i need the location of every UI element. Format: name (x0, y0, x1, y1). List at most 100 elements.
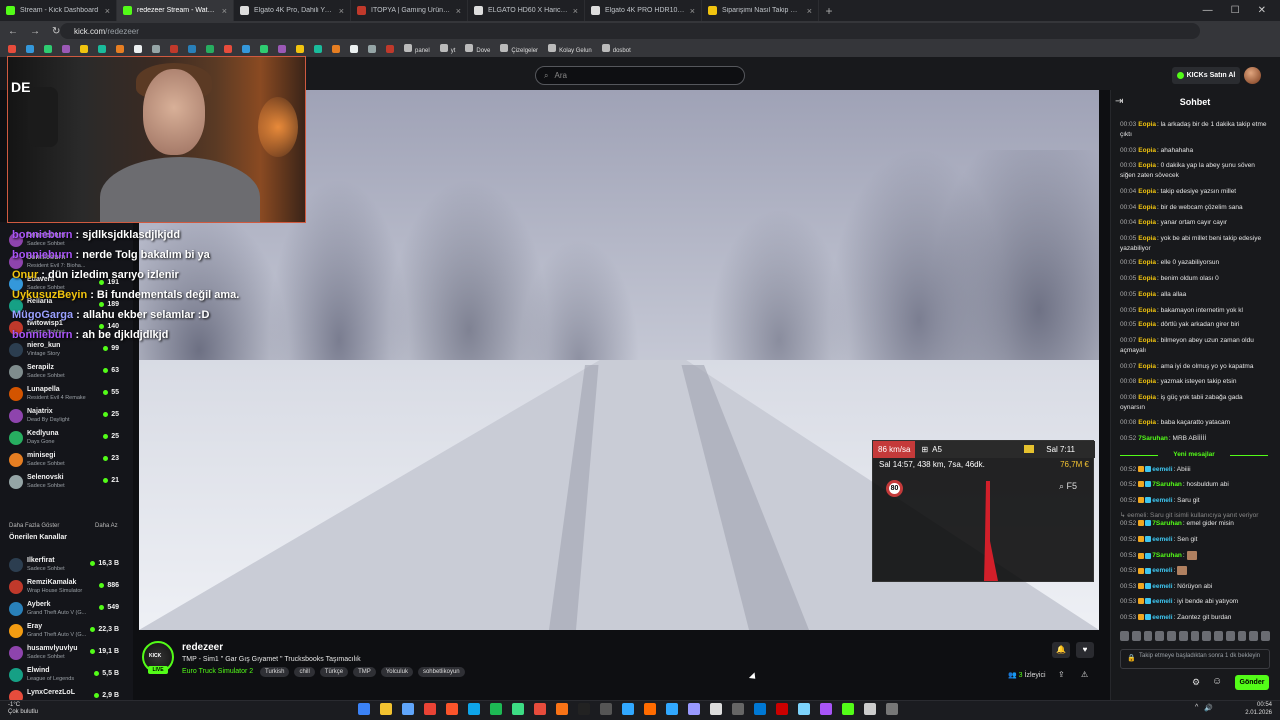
bookmark-icon[interactable] (260, 45, 268, 53)
taskbar-app-icon[interactable] (600, 703, 612, 715)
notification-bell-button[interactable]: 🔔 (1052, 642, 1070, 658)
emote-icon[interactable] (1131, 631, 1141, 641)
sidebar-channel[interactable]: Kedlyuna Days Gone 25 (0, 428, 133, 450)
forward-icon[interactable]: → (30, 26, 40, 37)
taskbar-app-icon[interactable] (402, 703, 414, 715)
bookmark-icon[interactable] (332, 45, 340, 53)
taskbar-app-icon[interactable] (666, 703, 678, 715)
browser-tab[interactable]: ELGATO HD60 X Harici Görüntü × (468, 0, 585, 21)
taskbar-app-icon[interactable] (512, 703, 524, 715)
bookmark-item[interactable]: Dove (465, 44, 490, 54)
taskbar-app-icon[interactable] (578, 703, 590, 715)
taskbar-app-icon[interactable] (424, 703, 436, 715)
taskbar-app-icon[interactable] (886, 703, 898, 715)
close-tab-icon[interactable]: × (456, 6, 461, 16)
bookmark-icon[interactable] (278, 45, 286, 53)
buy-kicks-button[interactable]: KICKs Satın Al (1172, 67, 1240, 84)
browser-tab[interactable]: ITOPYA | Gaming Ürünler ve Bil × (351, 0, 468, 21)
show-more-link[interactable]: Daha Fazla Göster (9, 523, 59, 529)
bookmark-icon[interactable] (206, 45, 214, 53)
browser-tab[interactable]: Siparişimi Nasıl Takip Edebilirim × (702, 0, 819, 21)
bookmark-item[interactable]: Kolay Gelun (548, 44, 592, 54)
report-icon[interactable]: ⚠ (1081, 670, 1088, 679)
taskbar-app-icon[interactable] (798, 703, 810, 715)
bookmark-icon[interactable] (350, 45, 358, 53)
bookmark-icon[interactable] (134, 45, 142, 53)
bookmark-icon[interactable] (44, 45, 52, 53)
sidebar-channel[interactable]: RemziKamalak Wrap House Simulator 886 (0, 577, 133, 599)
close-tab-icon[interactable]: × (105, 6, 110, 16)
close-window-icon[interactable]: ✕ (1258, 5, 1266, 16)
sidebar-channel[interactable]: husamvlyuvlyu Sadece Sohbet 19,1 B (0, 643, 133, 665)
sidebar-channel[interactable]: Ayberk Grand Theft Auto V (G... 549 (0, 599, 133, 621)
taskbar-app-icon[interactable] (754, 703, 766, 715)
taskbar-app-icon[interactable] (622, 703, 634, 715)
emote-icon[interactable] (1214, 631, 1223, 641)
taskbar-app-icon[interactable] (732, 703, 744, 715)
chat-settings-icon[interactable]: ⚙ (1192, 677, 1200, 688)
emote-icon[interactable] (1167, 631, 1176, 641)
sidebar-channel[interactable]: Eray Grand Theft Auto V (G... 22,3 B (0, 621, 133, 643)
bookmark-icon[interactable] (224, 45, 232, 53)
chevron-up-icon[interactable]: ^ (1195, 704, 1198, 712)
send-button[interactable]: Gönder (1235, 675, 1269, 690)
sidebar-channel[interactable]: Serapilz Sadece Sohbet 63 (0, 362, 133, 384)
emote-icon[interactable] (1190, 631, 1200, 641)
bookmark-item[interactable]: yt (439, 44, 455, 54)
bookmark-icon[interactable] (62, 45, 70, 53)
bookmark-icon[interactable] (80, 45, 88, 53)
browser-tab[interactable]: Elgato 4K PRO HDR10 PCIe Has × (585, 0, 702, 21)
bookmark-icon[interactable] (170, 45, 178, 53)
taskbar-clock[interactable]: 00:54 2.01.2026 (1238, 701, 1272, 717)
emote-icon[interactable] (1155, 631, 1165, 641)
minimize-icon[interactable]: — (1203, 5, 1213, 16)
close-tab-icon[interactable]: × (807, 6, 812, 16)
sidebar-channel[interactable]: minisegi Sadece Sohbet 23 (0, 450, 133, 472)
stream-tag[interactable]: Turkish (260, 667, 290, 677)
browser-tab[interactable]: Elgato 4K Pro, Dahili Yakalama × (234, 0, 351, 21)
sidebar-channel[interactable]: Ilkerfirat Sadece Sohbet 16,3 B (0, 555, 133, 577)
bookmark-icon[interactable] (386, 45, 394, 53)
taskbar-app-icon[interactable] (776, 703, 788, 715)
taskbar-app-icon[interactable] (820, 703, 832, 715)
taskbar-app-icon[interactable] (644, 703, 656, 715)
maximize-icon[interactable]: ☐ (1231, 5, 1240, 16)
taskbar-app-icon[interactable] (468, 703, 480, 715)
bookmark-icon[interactable] (242, 45, 250, 53)
emote-icon[interactable] (1120, 631, 1129, 641)
url-field[interactable]: kick.com/redezeer (60, 23, 1200, 39)
bookmark-item[interactable]: Çizelgeler (500, 44, 538, 54)
taskbar-app-icon[interactable] (380, 703, 392, 715)
close-tab-icon[interactable]: × (339, 6, 344, 16)
bookmark-icon[interactable] (8, 45, 16, 53)
weather-widget[interactable]: -1°C Çok bulutlu (8, 702, 38, 716)
bookmark-icon[interactable] (314, 45, 322, 53)
taskbar-app-icon[interactable] (864, 703, 876, 715)
streamer-name[interactable]: redezeer (182, 642, 223, 653)
close-tab-icon[interactable]: × (222, 6, 227, 16)
emote-icon[interactable] (1178, 631, 1188, 641)
back-icon[interactable]: ← (8, 26, 18, 37)
share-icon[interactable]: ⇪ (1058, 670, 1065, 679)
stream-tag[interactable]: TMP (353, 667, 376, 677)
emote-icon[interactable] (1225, 631, 1235, 641)
bookmark-icon[interactable] (296, 45, 304, 53)
bookmark-icon[interactable] (152, 45, 160, 53)
emote-icon[interactable] (1261, 631, 1270, 641)
stream-tag[interactable]: chill (294, 667, 315, 677)
sidebar-channel[interactable]: Selenovski Sadece Sohbet 21 (0, 472, 133, 494)
taskbar-app-icon[interactable] (446, 703, 458, 715)
emote-icon[interactable] (1143, 631, 1153, 641)
stream-game[interactable]: Euro Truck Simulator 2 (182, 668, 253, 675)
emote-icon[interactable] (1249, 631, 1259, 641)
browser-tab[interactable]: Stream - Kick Dashboard × (0, 0, 117, 21)
stream-tag[interactable]: sohbetlikoyun (417, 667, 465, 677)
search-box[interactable]: ⌕ Ara (535, 66, 745, 85)
sidebar-channel[interactable]: Elwind League of Legends 5,5 B (0, 665, 133, 687)
volume-icon[interactable]: 🔊 (1204, 704, 1213, 712)
bookmark-icon[interactable] (188, 45, 196, 53)
sidebar-channel[interactable]: Lunapella Resident Evil 4 Remake 55 (0, 384, 133, 406)
sidebar-channel[interactable]: Najatrix Dead By Daylight 25 (0, 406, 133, 428)
taskbar-app-icon[interactable] (490, 703, 502, 715)
browser-tab[interactable]: redezeer Stream - Watch Live o × (117, 0, 234, 21)
